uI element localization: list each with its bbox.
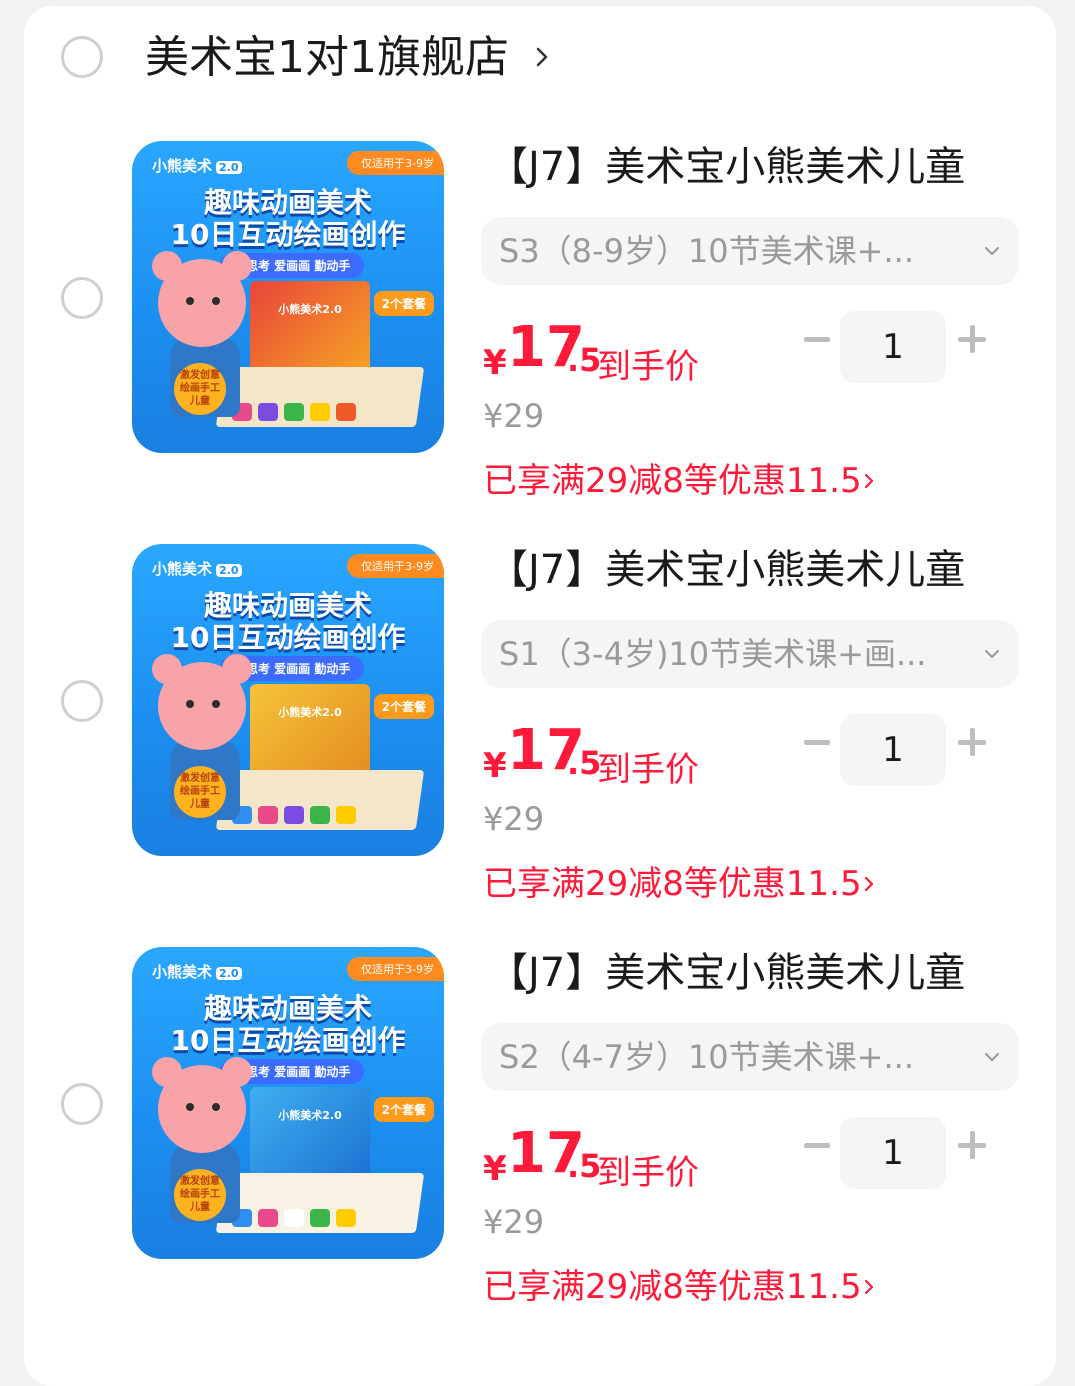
original-price: ¥29 (483, 1203, 545, 1241)
promo-discount-link[interactable]: 已享满29减8等优惠11.5 (483, 457, 862, 505)
sku-label: S3（8-9岁）10节美术课+... (499, 232, 914, 270)
chevron-right-icon[interactable] (528, 40, 558, 74)
product-thumbnail[interactable]: 小熊美术 2.0 仅适用于3-9岁 趣味动画美术 10日互动绘画创作 爱思考 爱画… (132, 141, 444, 453)
product-thumbnail[interactable]: 小熊美术 2.0 仅适用于3-9岁 趣味动画美术 10日互动绘画创作 爱思考 爱画… (132, 544, 444, 856)
thumb-kit-box: 小熊美术2.0 (250, 684, 370, 784)
chevron-right-icon[interactable] (862, 872, 878, 896)
quantity-decrease-button[interactable] (804, 337, 830, 342)
thumb-brand: 小熊美术 2.0 (152, 961, 242, 982)
thumb-age-tag: 仅适用于3-9岁 (347, 957, 444, 981)
cart-item: 小熊美术 2.0 仅适用于3-9岁 趣味动画美术 10日互动绘画创作 爱思考 爱画… (0, 947, 1075, 1347)
thumb-paint-cups (232, 403, 432, 427)
sku-selector[interactable]: S3（8-9岁）10节美术课+... (481, 217, 1019, 285)
thumb-bonus: 2个套餐 (373, 1097, 434, 1122)
thumb-paint-cups (232, 1209, 432, 1233)
bear-mascot-icon (152, 1057, 252, 1153)
promo-discount-link[interactable]: 已享满29减8等优惠11.5 (483, 1263, 862, 1311)
item-select-radio[interactable] (61, 1083, 103, 1125)
bear-mascot-icon (152, 251, 252, 347)
product-thumbnail[interactable]: 小熊美术 2.0 仅适用于3-9岁 趣味动画美术 10日互动绘画创作 爱思考 爱画… (132, 947, 444, 1259)
sku-label: S1（3-4岁)10节美术课+画... (499, 635, 927, 673)
shop-name[interactable]: 美术宝1对1旗舰店 (145, 30, 509, 86)
chevron-down-icon (985, 247, 999, 255)
thumb-badge: 激发创意 绘画手工 儿童 (174, 766, 226, 818)
quantity-increase-button[interactable] (958, 728, 986, 756)
chevron-down-icon (985, 1053, 999, 1061)
quantity-value[interactable]: 1 (840, 311, 946, 383)
thumb-headline-2: 10日互动绘画创作 (170, 218, 406, 251)
thumb-headline-2: 10日互动绘画创作 (170, 621, 406, 654)
thumb-headline-2: 10日互动绘画创作 (170, 1024, 406, 1057)
product-title[interactable]: 【J7】美术宝小熊美术儿童 (488, 947, 965, 999)
thumb-bonus: 2个套餐 (373, 694, 434, 719)
thumb-age-tag: 仅适用于3-9岁 (347, 554, 444, 578)
quantity-decrease-button[interactable] (804, 740, 830, 745)
thumb-badge: 激发创意 绘画手工 儿童 (174, 363, 226, 415)
quantity-decrease-button[interactable] (804, 1143, 830, 1148)
sku-selector[interactable]: S1（3-4岁)10节美术课+画... (481, 620, 1019, 688)
original-price: ¥29 (483, 800, 545, 838)
original-price: ¥29 (483, 397, 545, 435)
sku-selector[interactable]: S2（4-7岁）10节美术课+... (481, 1023, 1019, 1091)
thumb-bonus: 2个套餐 (373, 291, 434, 316)
quantity-increase-button[interactable] (958, 325, 986, 353)
product-title[interactable]: 【J7】美术宝小熊美术儿童 (488, 141, 965, 193)
thumb-kit-box: 小熊美术2.0 (250, 1087, 370, 1187)
quantity-increase-button[interactable] (958, 1131, 986, 1159)
item-select-radio[interactable] (61, 680, 103, 722)
cart-item: 小熊美术 2.0 仅适用于3-9岁 趣味动画美术 10日互动绘画创作 爱思考 爱画… (0, 141, 1075, 541)
thumb-brand: 小熊美术 2.0 (152, 155, 242, 176)
cart-item: 小熊美术 2.0 仅适用于3-9岁 趣味动画美术 10日互动绘画创作 爱思考 爱画… (0, 544, 1075, 944)
product-title[interactable]: 【J7】美术宝小熊美术儿童 (488, 544, 965, 596)
shop-select-radio[interactable] (61, 36, 103, 78)
chevron-down-icon (985, 650, 999, 658)
item-select-radio[interactable] (61, 277, 103, 319)
thumb-brand: 小熊美术 2.0 (152, 558, 242, 579)
thumb-kit-box: 小熊美术2.0 (250, 281, 370, 381)
thumb-age-tag: 仅适用于3-9岁 (347, 151, 444, 175)
thumb-badge: 激发创意 绘画手工 儿童 (174, 1169, 226, 1221)
quantity-value[interactable]: 1 (840, 1117, 946, 1189)
chevron-right-icon[interactable] (862, 1275, 878, 1299)
thumb-paint-cups (232, 806, 432, 830)
sku-label: S2（4-7岁）10节美术课+... (499, 1038, 914, 1076)
promo-discount-link[interactable]: 已享满29减8等优惠11.5 (483, 860, 862, 908)
bear-mascot-icon (152, 654, 252, 750)
chevron-right-icon[interactable] (862, 469, 878, 493)
quantity-value[interactable]: 1 (840, 714, 946, 786)
